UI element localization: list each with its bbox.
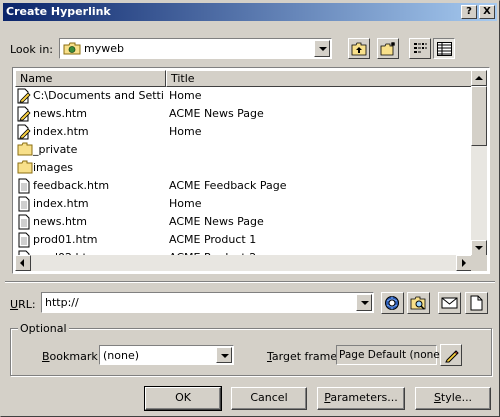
chevron-down-icon[interactable] — [216, 347, 232, 363]
item-title: Home — [169, 197, 202, 210]
folder-search-icon — [410, 296, 426, 310]
folder-up-icon — [351, 42, 367, 56]
url-value: http:// — [45, 296, 79, 309]
ok-button[interactable]: OK — [144, 386, 222, 411]
vertical-scrollbar[interactable] — [471, 70, 487, 256]
cancel-button[interactable]: Cancel — [231, 387, 307, 410]
bookmark-dropdown[interactable]: (none) — [99, 345, 234, 365]
envelope-icon — [441, 297, 458, 309]
item-name: _private — [33, 143, 78, 156]
edit-page-icon — [17, 106, 31, 122]
list-item[interactable]: prod01.htm ACME Product 1 — [15, 231, 472, 249]
details-view-icon — [437, 42, 452, 56]
parameters-button[interactable]: Parameters... — [317, 387, 405, 410]
list-item[interactable]: news.htm ACME News Page — [15, 105, 472, 123]
dialog-title: Create Hyperlink — [6, 5, 111, 18]
target-frame-label: Target frame: — [267, 350, 341, 363]
horizontal-scrollbar[interactable] — [15, 255, 472, 271]
bookmark-value: (none) — [103, 349, 140, 362]
list-header: Name Title — [15, 70, 472, 87]
globe-search-icon — [385, 296, 399, 310]
help-button[interactable]: ? — [461, 5, 477, 19]
lookin-label: Look in: — [10, 43, 53, 56]
list-item[interactable]: index.htm Home — [15, 195, 472, 213]
target-frame-value: Page Default (none) — [339, 349, 444, 361]
scrollbar-corner — [471, 255, 487, 271]
browse-file-button[interactable] — [407, 292, 430, 314]
item-name: images — [33, 161, 73, 174]
optional-group-label: Optional — [18, 322, 69, 335]
bookmark-label: Bookmark: — [42, 350, 102, 363]
item-title: ACME News Page — [169, 107, 264, 120]
list-view-icon — [414, 43, 427, 53]
browse-web-button[interactable] — [381, 292, 404, 314]
scroll-down-icon[interactable] — [471, 240, 487, 256]
item-name: news.htm — [33, 107, 87, 120]
style-button[interactable]: Style... — [415, 387, 491, 410]
item-name: prod01.htm — [33, 233, 98, 246]
create-hyperlink-dialog: Create Hyperlink ? X Look in: myweb Name… — [0, 0, 500, 417]
item-name: feedback.htm — [33, 179, 110, 192]
page-icon — [17, 232, 31, 248]
list-item[interactable]: images — [15, 159, 472, 177]
edit-page-icon — [17, 88, 31, 104]
folder-icon — [17, 160, 33, 176]
separator — [5, 281, 495, 283]
file-list[interactable]: Name Title C:\Documents and Setti... Home… — [12, 67, 490, 274]
item-name: C:\Documents and Setti... — [33, 89, 163, 102]
web-folder-icon — [63, 42, 81, 55]
item-name: index.htm — [33, 125, 89, 138]
item-title: ACME News Page — [169, 215, 264, 228]
pencil-icon — [445, 350, 459, 363]
folder-icon — [17, 142, 33, 158]
edit-page-icon — [17, 124, 31, 140]
target-frame-field: Page Default (none) — [336, 345, 444, 365]
new-page-button[interactable] — [465, 292, 488, 314]
new-folder-icon — [380, 42, 395, 56]
scroll-up-icon[interactable] — [471, 70, 487, 86]
list-item[interactable]: C:\Documents and Setti... Home — [15, 87, 472, 105]
column-header-name[interactable]: Name — [15, 70, 166, 87]
list-rows: C:\Documents and Setti... Home news.htm ACM… — [15, 87, 472, 257]
new-folder-button[interactable] — [377, 38, 399, 59]
lookin-dropdown[interactable]: myweb — [59, 38, 332, 59]
url-label: URL: — [10, 298, 36, 311]
chevron-down-icon[interactable] — [356, 294, 372, 311]
blank-page-icon — [470, 295, 483, 311]
email-link-button[interactable] — [438, 292, 461, 314]
title-bar[interactable]: Create Hyperlink ? X — [3, 3, 497, 21]
item-name: news.htm — [33, 215, 87, 228]
page-icon — [17, 178, 31, 194]
list-item[interactable]: index.htm Home — [15, 123, 472, 141]
details-view-button[interactable] — [433, 38, 455, 59]
lookin-value: myweb — [84, 42, 124, 55]
item-title: Home — [169, 89, 202, 102]
scroll-thumb[interactable] — [471, 86, 487, 146]
list-item[interactable]: _private — [15, 141, 472, 159]
column-header-title[interactable]: Title — [166, 70, 472, 87]
change-target-frame-button[interactable] — [440, 344, 462, 366]
page-icon — [17, 214, 31, 230]
page-icon — [17, 196, 31, 212]
item-name: index.htm — [33, 197, 89, 210]
item-title: Home — [169, 125, 202, 138]
list-item[interactable]: news.htm ACME News Page — [15, 213, 472, 231]
up-one-level-button[interactable] — [348, 38, 370, 59]
item-title: ACME Product 1 — [169, 233, 257, 246]
close-button[interactable]: X — [479, 5, 495, 19]
url-input[interactable]: http:// — [41, 292, 374, 313]
list-item[interactable]: feedback.htm ACME Feedback Page — [15, 177, 472, 195]
chevron-down-icon[interactable] — [314, 40, 330, 57]
item-title: ACME Feedback Page — [169, 179, 287, 192]
list-view-button[interactable] — [409, 38, 431, 59]
scroll-right-icon[interactable] — [456, 255, 472, 271]
scroll-left-icon[interactable] — [15, 255, 31, 271]
